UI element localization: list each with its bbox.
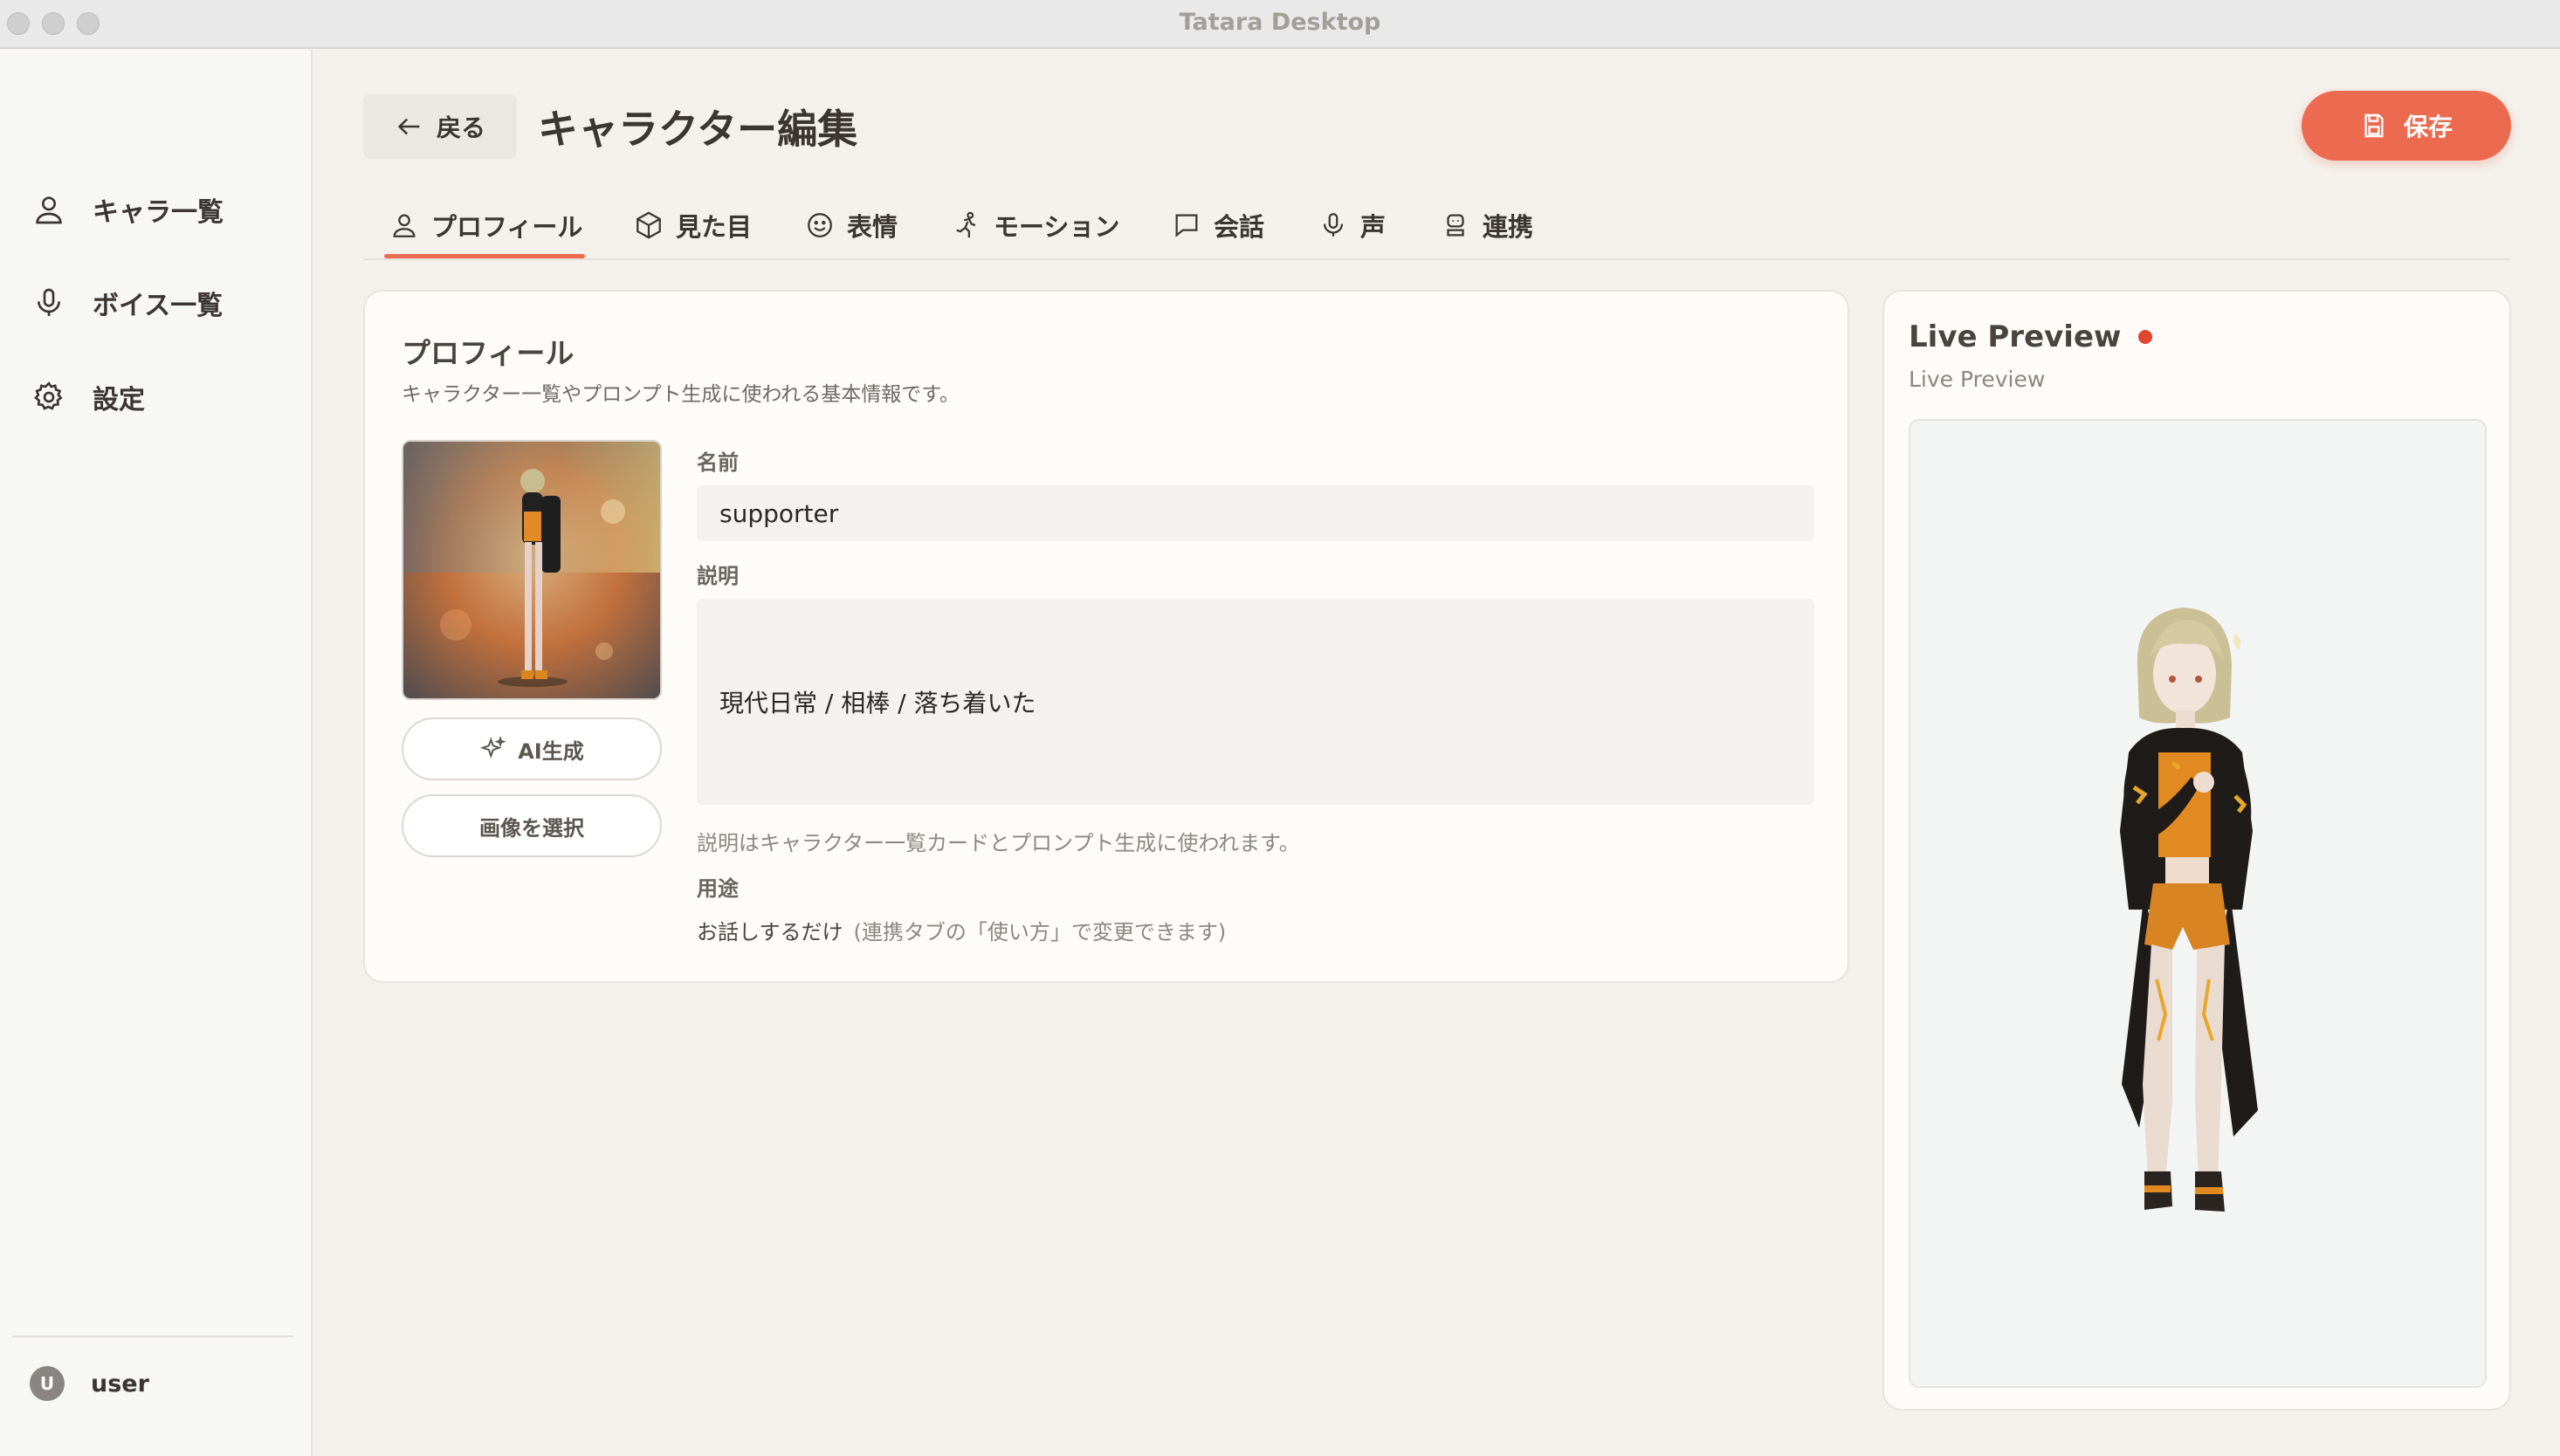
name-input[interactable] [697, 485, 1814, 541]
ai-generate-button[interactable]: AI生成 [402, 718, 662, 780]
window-titlebar: Tatara Desktop [0, 0, 2560, 49]
character-model [2120, 608, 2258, 1212]
tab-label: 表情 [847, 212, 898, 242]
sidebar: キャラ一覧 ボイス一覧 設定 U user [0, 50, 313, 1456]
tab-expression[interactable]: 表情 [805, 206, 898, 244]
cube-icon [637, 211, 661, 239]
robot-icon [1447, 214, 1464, 237]
avatar: U [30, 1366, 65, 1401]
active-tab-indicator [384, 254, 585, 258]
tab-voice[interactable]: 声 [1318, 206, 1386, 244]
tab-label: 見た目 [676, 212, 753, 242]
back-label: 戻る [436, 113, 485, 142]
save-button[interactable]: 保存 [2302, 91, 2511, 161]
arrow-left-icon [397, 118, 420, 135]
usage-label: 用途 [697, 876, 739, 901]
description-label: 説明 [697, 564, 739, 588]
sidebar-divider [12, 1336, 293, 1337]
character-thumbnail [402, 440, 662, 700]
user-menu[interactable]: U user [30, 1366, 149, 1401]
user-icon [393, 214, 416, 237]
user-icon [36, 196, 62, 224]
tabs-divider [363, 258, 2511, 260]
name-label: 名前 [697, 450, 739, 475]
section-subtitle: キャラクター一覧やプロンプト生成に使われる基本情報です。 [402, 383, 960, 406]
tab-motion[interactable]: モーション [952, 206, 1119, 244]
preview-viewport[interactable] [1909, 419, 2487, 1388]
description-textarea[interactable]: 現代日常 / 相棒 / 落ち着いた [697, 599, 1814, 805]
tab-profile[interactable]: プロフィール [389, 206, 582, 244]
sidebar-item-settings[interactable]: 設定 [31, 373, 145, 422]
back-button[interactable]: 戻る [363, 94, 517, 159]
tab-label: プロフィール [431, 212, 583, 242]
tab-label: 声 [1360, 212, 1387, 242]
floppy-disk-icon [2364, 113, 2384, 138]
usage-value: お話しするだけ [697, 920, 843, 944]
sidebar-item-label: ボイス一覧 [93, 291, 224, 321]
description-hint: 説明はキャラクター一覧カードとプロンプト生成に使われます。 [697, 831, 1300, 855]
tab-label: 連携 [1483, 212, 1534, 242]
tab-integration[interactable]: 連携 [1441, 206, 1533, 244]
section-title: プロフィール [402, 336, 575, 370]
running-icon [956, 211, 976, 238]
select-image-button[interactable]: 画像を選択 [402, 794, 662, 857]
user-name: user [91, 1370, 149, 1398]
window-title: Tatara Desktop [1179, 9, 1381, 36]
profile-card: プロフィール キャラクター一覧やプロンプト生成に使われる基本情報です。 AI生成… [363, 290, 1849, 983]
sidebar-item-label: キャラ一覧 [93, 197, 224, 228]
usage-text: お話しするだけ (連携タブの「使い方」で変更できます) [697, 915, 1226, 945]
preview-title-row: Live Preview [1909, 319, 2153, 354]
live-indicator-dot [2138, 330, 2153, 344]
save-label: 保存 [2403, 113, 2453, 141]
microphone-icon [38, 288, 60, 316]
live-preview-card: Live Preview Live Preview [1882, 290, 2511, 1411]
sidebar-item-characters[interactable]: キャラ一覧 [31, 185, 224, 234]
usage-note: (連携タブの「使い方」で変更できます) [853, 920, 1227, 944]
chat-icon [1175, 214, 1198, 237]
tab-conversation[interactable]: 会話 [1172, 206, 1264, 244]
smile-icon [808, 213, 832, 237]
sidebar-item-label: 設定 [93, 385, 145, 416]
tab-label: 会話 [1214, 212, 1265, 242]
gear-icon [34, 381, 63, 410]
microphone-icon [1323, 213, 1344, 237]
preview-subtitle: Live Preview [1909, 367, 2046, 392]
ai-generate-label: AI生成 [518, 738, 584, 764]
page-title: キャラクター編集 [538, 106, 858, 153]
sparkles-icon [480, 735, 506, 759]
tab-appearance[interactable]: 見た目 [634, 206, 752, 244]
sidebar-item-voices[interactable]: ボイス一覧 [31, 278, 223, 327]
select-image-label: 画像を選択 [479, 815, 584, 841]
preview-title: Live Preview [1909, 319, 2122, 354]
tab-label: モーション [994, 212, 1120, 242]
description-value: 現代日常 / 相棒 / 落ち着いた [719, 689, 1036, 718]
